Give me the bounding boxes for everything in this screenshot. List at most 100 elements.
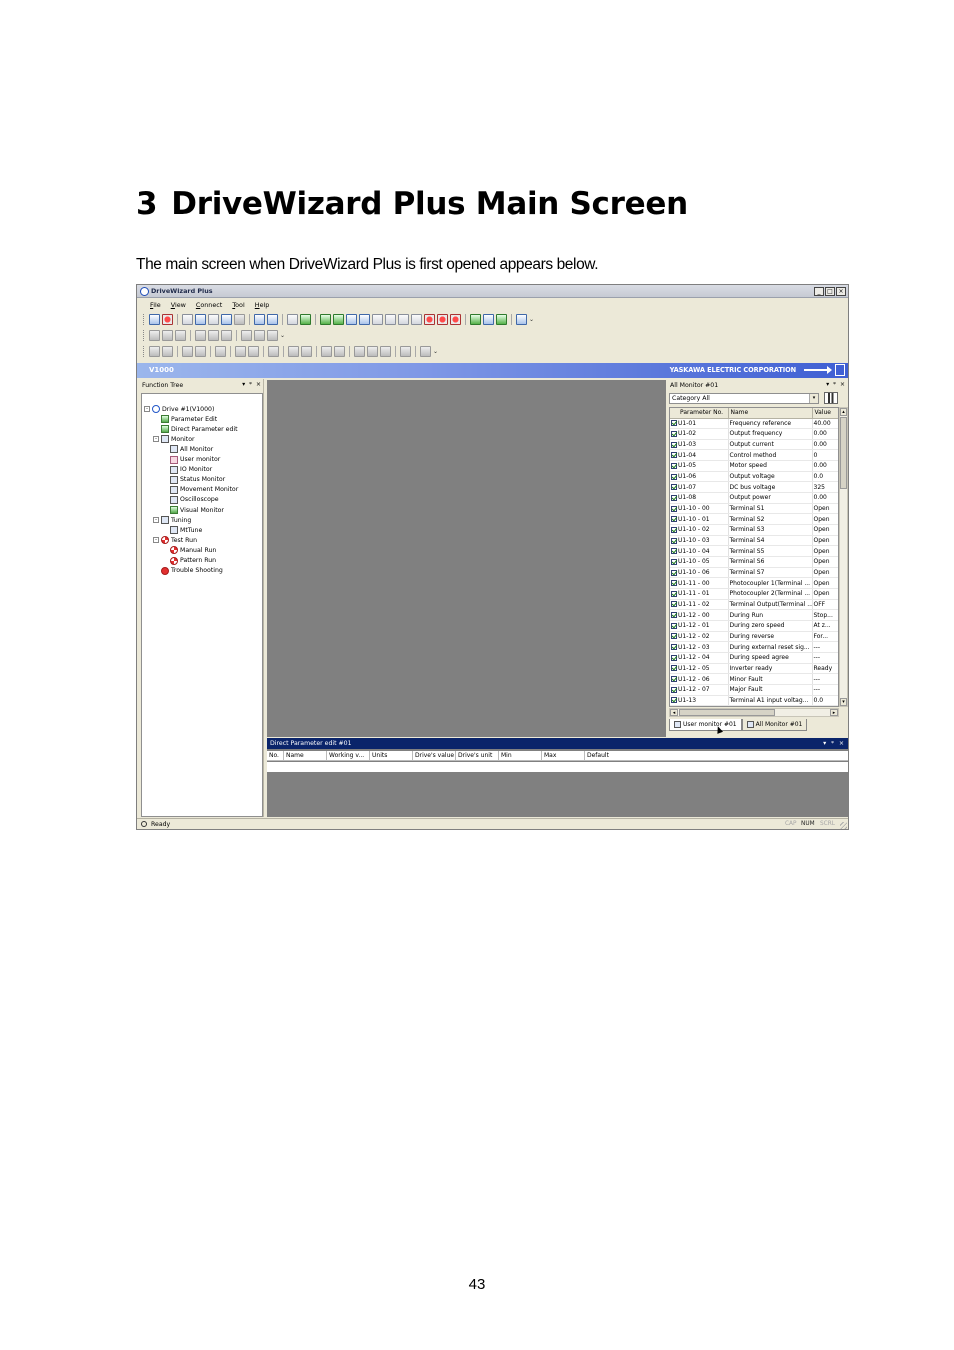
io-monitor-icon[interactable] (372, 314, 383, 325)
row-checkbox[interactable] (671, 633, 677, 640)
tree-item-direct-parameter-edit[interactable]: Direct Parameter edit (153, 424, 238, 434)
function-tree-icon[interactable] (320, 314, 331, 325)
tree-item-tuning[interactable]: - Tuning (153, 515, 191, 525)
tree-item-user-monitor[interactable]: User monitor (162, 455, 220, 465)
close-file-icon[interactable] (234, 314, 245, 325)
table-row[interactable] (267, 762, 848, 772)
tree-item-manual-run[interactable]: Manual Run (162, 545, 216, 555)
edit-icon[interactable] (241, 330, 252, 341)
panel-menu-button[interactable]: ▾ (823, 738, 826, 749)
mttune-icon[interactable] (470, 314, 481, 325)
column-header-no[interactable]: No. (267, 751, 284, 761)
row-checkbox[interactable] (671, 569, 677, 576)
column-settings-icon[interactable] (824, 392, 838, 404)
table-row[interactable]: U1-12 - 03 During external reset sig... --… (670, 641, 838, 653)
resize-grip-icon[interactable] (840, 822, 847, 829)
table-row[interactable]: U1-12 - 02 During reverse For... (670, 631, 838, 643)
trigger-icon[interactable] (268, 346, 279, 357)
table-row[interactable]: U1-07 DC bus voltage 325 (670, 481, 838, 494)
column-header-name[interactable]: Name (728, 408, 813, 419)
table-row[interactable]: U1-11 - 02 Terminal Output(Terminal ... OF… (670, 599, 838, 611)
read-all-icon[interactable] (195, 330, 206, 341)
table-row[interactable]: U1-10 - 01 Terminal S2 Open (670, 513, 838, 526)
row-checkbox[interactable] (671, 558, 677, 565)
pattern-run-icon[interactable] (437, 314, 448, 325)
expander-icon[interactable]: - (153, 537, 159, 544)
tree-item-drive-1-v1000[interactable]: - Drive #1(V1000) (144, 404, 214, 414)
toolbar-overflow-icon[interactable]: ⌄ (280, 330, 285, 341)
filter-icon[interactable] (267, 330, 278, 341)
table-row[interactable]: U1-11 - 01 Photocoupler 2(Terminal ... Ope… (670, 588, 838, 600)
all-monitor-icon[interactable] (346, 314, 357, 325)
panel-pin-button[interactable]: ᵠ (831, 738, 834, 749)
tab-user-monitor[interactable]: User monitor #01 (669, 719, 742, 731)
column-header-drives-value[interactable]: Drive's value (413, 751, 456, 761)
tree-item-monitor[interactable]: - Monitor (153, 434, 195, 444)
disconnect-icon[interactable] (162, 314, 173, 325)
scroll-left-icon[interactable]: ◂ (670, 709, 678, 716)
offset-icon[interactable] (380, 346, 391, 357)
panel-pin-button[interactable]: ᵠ (249, 381, 252, 388)
column-header-working-value[interactable]: Working v... (327, 751, 370, 761)
row-checkbox[interactable] (671, 473, 677, 480)
parameter-edit-icon[interactable] (333, 314, 344, 325)
row-checkbox[interactable] (671, 676, 677, 683)
scroll-thumb[interactable] (679, 709, 775, 716)
status-monitor-icon[interactable] (385, 314, 396, 325)
monitor-start-icon[interactable] (149, 346, 160, 357)
table-row[interactable]: U1-10 - 05 Terminal S6 Open (670, 556, 838, 568)
table-row[interactable]: U1-12 - 01 During zero speed At z... (670, 620, 838, 632)
tree-item-movement-monitor[interactable]: Movement Monitor (162, 485, 238, 495)
row-checkbox[interactable] (671, 601, 677, 608)
user-monitor-icon[interactable] (359, 314, 370, 325)
verify-parameters-icon[interactable] (175, 330, 186, 341)
vertical-scrollbar[interactable]: ▴ ▾ (839, 407, 848, 707)
row-checkbox[interactable] (671, 494, 677, 501)
table-row[interactable]: U1-05 Motor speed 0.00 (670, 460, 838, 472)
menu-file[interactable]: File (150, 301, 161, 309)
row-checkbox[interactable] (671, 526, 677, 533)
tree-item-test-run[interactable]: - Test Run (153, 535, 197, 545)
zoom-icon[interactable] (420, 346, 431, 357)
menu-tool[interactable]: Tool (232, 301, 244, 309)
row-checkbox[interactable] (671, 590, 677, 597)
default-icon[interactable] (254, 330, 265, 341)
column-header-name[interactable]: Name (284, 751, 327, 761)
column-header-value[interactable]: Value (812, 408, 838, 419)
table-row[interactable]: U1-12 - 04 During speed agree --- (670, 652, 838, 664)
tree-item-parameter-edit[interactable]: Parameter Edit (153, 414, 217, 424)
new-file-icon[interactable] (182, 314, 193, 325)
panel-close-button[interactable]: × (840, 381, 845, 388)
open-file-icon[interactable] (195, 314, 206, 325)
table-row[interactable]: U1-10 - 06 Terminal S7 Open (670, 567, 838, 579)
row-checkbox[interactable] (671, 420, 677, 427)
table-row[interactable]: U1-12 - 07 Major Fault --- (670, 684, 838, 696)
trouble-shooting-icon[interactable] (450, 314, 461, 325)
toolbar-grip[interactable] (143, 330, 145, 341)
toolbar-overflow-icon[interactable]: ⌄ (433, 346, 438, 357)
visual-monitor-icon[interactable] (483, 314, 494, 325)
panel-menu-button[interactable]: ▾ (826, 381, 829, 388)
row-checkbox[interactable] (671, 516, 677, 523)
copy-icon[interactable] (195, 346, 206, 357)
row-checkbox[interactable] (671, 686, 677, 693)
row-checkbox[interactable] (671, 537, 677, 544)
connect-icon[interactable] (149, 314, 160, 325)
table-row[interactable]: U1-06 Output voltage 0.0 (670, 471, 838, 483)
save-data-icon[interactable] (248, 346, 259, 357)
toolbar-overflow-icon[interactable]: ⌄ (529, 314, 534, 325)
minimize-button[interactable]: _ (814, 287, 824, 296)
scroll-up-icon[interactable]: ▴ (840, 408, 847, 416)
row-checkbox[interactable] (671, 644, 677, 651)
row-checkbox[interactable] (671, 697, 677, 704)
print-icon[interactable] (287, 314, 298, 325)
table-row[interactable]: U1-12 - 05 Inverter ready Ready (670, 663, 838, 675)
row-checkbox[interactable] (671, 441, 677, 448)
row-checkbox[interactable] (671, 505, 677, 512)
panel-pin-button[interactable]: ᵠ (833, 381, 836, 388)
tree-item-visual-monitor[interactable]: Visual Monitor (162, 505, 224, 515)
row-checkbox[interactable] (671, 462, 677, 469)
menu-help[interactable]: Help (255, 301, 270, 309)
table-row[interactable]: U1-03 Output current 0.00 (670, 439, 838, 451)
tab-all-monitor[interactable]: All Monitor #01 (741, 719, 808, 731)
